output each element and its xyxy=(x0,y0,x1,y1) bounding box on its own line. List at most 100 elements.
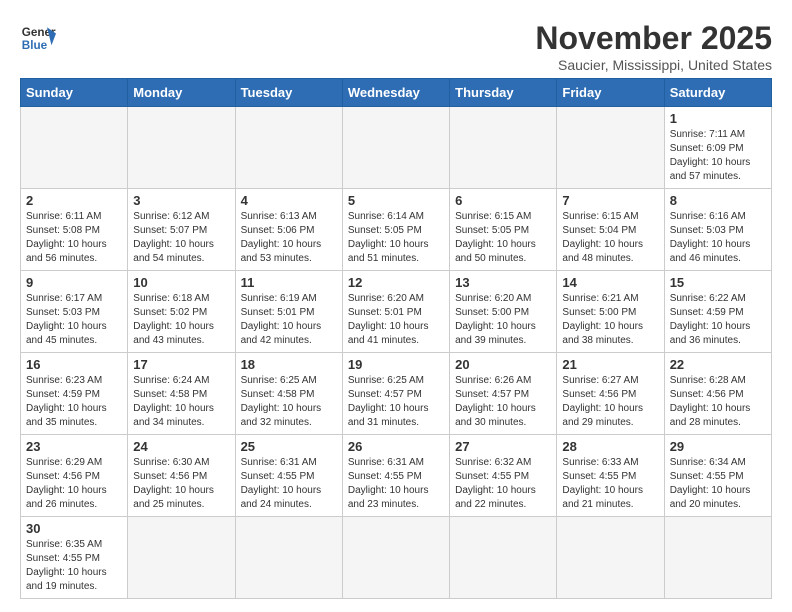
day-cell: 19 Sunrise: 6:25 AM Sunset: 4:57 PM Dayli… xyxy=(342,353,449,435)
day-number: 5 xyxy=(348,193,444,208)
day-cell xyxy=(128,107,235,189)
day-cell xyxy=(557,517,664,599)
day-cell xyxy=(342,517,449,599)
day-number: 25 xyxy=(241,439,337,454)
day-cell: 14 Sunrise: 6:21 AM Sunset: 5:00 PM Dayli… xyxy=(557,271,664,353)
day-cell: 11Sunrise: 6:19 AM Sunset: 5:01 PM Dayli… xyxy=(235,271,342,353)
day-cell xyxy=(450,517,557,599)
day-cell: 23Sunrise: 6:29 AM Sunset: 4:56 PM Dayli… xyxy=(21,435,128,517)
day-cell: 22Sunrise: 6:28 AM Sunset: 4:56 PM Dayli… xyxy=(664,353,771,435)
day-number: 15 xyxy=(670,275,766,290)
day-info: Sunrise: 6:35 AM Sunset: 4:55 PM Dayligh… xyxy=(26,538,122,594)
day-info: Sunrise: 6:28 AM Sunset: 4:56 PM Dayligh… xyxy=(670,374,766,430)
day-number: 9 xyxy=(26,275,122,290)
day-number: 21 xyxy=(562,357,658,372)
day-cell: 15Sunrise: 6:22 AM Sunset: 4:59 PM Dayli… xyxy=(664,271,771,353)
day-cell xyxy=(664,517,771,599)
day-info: Sunrise: 6:25 AM Sunset: 4:58 PM Dayligh… xyxy=(241,374,337,430)
day-cell: 10 Sunrise: 6:18 AM Sunset: 5:02 PM Dayli… xyxy=(128,271,235,353)
day-number: 8 xyxy=(670,193,766,208)
day-info: Sunrise: 6:29 AM Sunset: 4:56 PM Dayligh… xyxy=(26,456,122,512)
day-cell: 2Sunrise: 6:11 AM Sunset: 5:08 PM Daylig… xyxy=(21,189,128,271)
day-number: 19 xyxy=(348,357,444,372)
day-info: Sunrise: 6:24 AM Sunset: 4:58 PM Dayligh… xyxy=(133,374,229,430)
day-info: Sunrise: 6:27 AM Sunset: 4:56 PM Dayligh… xyxy=(562,374,658,430)
day-info: Sunrise: 6:23 AM Sunset: 4:59 PM Dayligh… xyxy=(26,374,122,430)
day-info: Sunrise: 6:15 AM Sunset: 5:05 PM Dayligh… xyxy=(455,210,551,266)
day-cell xyxy=(128,517,235,599)
day-info: Sunrise: 6:34 AM Sunset: 4:55 PM Dayligh… xyxy=(670,456,766,512)
day-info: Sunrise: 6:21 AM Sunset: 5:00 PM Dayligh… xyxy=(562,292,658,348)
day-cell: 5 Sunrise: 6:14 AM Sunset: 5:05 PM Daylig… xyxy=(342,189,449,271)
day-cell: 26 Sunrise: 6:31 AM Sunset: 4:55 PM Dayli… xyxy=(342,435,449,517)
day-cell xyxy=(235,517,342,599)
day-number: 16 xyxy=(26,357,122,372)
day-cell xyxy=(450,107,557,189)
day-cell: 13 Sunrise: 6:20 AM Sunset: 5:00 PM Dayli… xyxy=(450,271,557,353)
day-number: 24 xyxy=(133,439,229,454)
header-saturday: Saturday xyxy=(664,79,771,107)
calendar-table: SundayMondayTuesdayWednesdayThursdayFrid… xyxy=(20,78,772,599)
day-cell: 28Sunrise: 6:33 AM Sunset: 4:55 PM Dayli… xyxy=(557,435,664,517)
day-number: 11 xyxy=(241,275,337,290)
day-number: 17 xyxy=(133,357,229,372)
day-info: Sunrise: 6:12 AM Sunset: 5:07 PM Dayligh… xyxy=(133,210,229,266)
day-info: Sunrise: 6:15 AM Sunset: 5:04 PM Dayligh… xyxy=(562,210,658,266)
day-cell: 1Sunrise: 7:11 AM Sunset: 6:09 PM Daylig… xyxy=(664,107,771,189)
header-row: SundayMondayTuesdayWednesdayThursdayFrid… xyxy=(21,79,772,107)
day-info: Sunrise: 6:20 AM Sunset: 5:00 PM Dayligh… xyxy=(455,292,551,348)
day-info: Sunrise: 6:25 AM Sunset: 4:57 PM Dayligh… xyxy=(348,374,444,430)
day-number: 27 xyxy=(455,439,551,454)
week-row-5: 30 Sunrise: 6:35 AM Sunset: 4:55 PM Dayli… xyxy=(21,517,772,599)
day-info: Sunrise: 6:30 AM Sunset: 4:56 PM Dayligh… xyxy=(133,456,229,512)
day-number: 2 xyxy=(26,193,122,208)
day-info: Sunrise: 6:31 AM Sunset: 4:55 PM Dayligh… xyxy=(348,456,444,512)
header-tuesday: Tuesday xyxy=(235,79,342,107)
day-cell: 30 Sunrise: 6:35 AM Sunset: 4:55 PM Dayli… xyxy=(21,517,128,599)
day-info: Sunrise: 6:31 AM Sunset: 4:55 PM Dayligh… xyxy=(241,456,337,512)
day-number: 20 xyxy=(455,357,551,372)
page-header: General Blue November 2025 Saucier, Miss… xyxy=(10,10,782,78)
header-monday: Monday xyxy=(128,79,235,107)
day-info: Sunrise: 6:32 AM Sunset: 4:55 PM Dayligh… xyxy=(455,456,551,512)
day-cell: 21 Sunrise: 6:27 AM Sunset: 4:56 PM Dayli… xyxy=(557,353,664,435)
day-info: Sunrise: 6:33 AM Sunset: 4:55 PM Dayligh… xyxy=(562,456,658,512)
day-cell: 6Sunrise: 6:15 AM Sunset: 5:05 PM Daylig… xyxy=(450,189,557,271)
day-cell: 3Sunrise: 6:12 AM Sunset: 5:07 PM Daylig… xyxy=(128,189,235,271)
day-cell xyxy=(21,107,128,189)
day-number: 30 xyxy=(26,521,122,536)
day-cell: 18 Sunrise: 6:25 AM Sunset: 4:58 PM Dayli… xyxy=(235,353,342,435)
svg-text:Blue: Blue xyxy=(22,39,48,52)
week-row-1: 2Sunrise: 6:11 AM Sunset: 5:08 PM Daylig… xyxy=(21,189,772,271)
day-cell: 7Sunrise: 6:15 AM Sunset: 5:04 PM Daylig… xyxy=(557,189,664,271)
day-number: 10 xyxy=(133,275,229,290)
day-number: 29 xyxy=(670,439,766,454)
day-cell: 9Sunrise: 6:17 AM Sunset: 5:03 PM Daylig… xyxy=(21,271,128,353)
title-block: November 2025 Saucier, Mississippi, Unit… xyxy=(535,20,772,73)
day-cell: 24 Sunrise: 6:30 AM Sunset: 4:56 PM Dayli… xyxy=(128,435,235,517)
day-cell: 20 Sunrise: 6:26 AM Sunset: 4:57 PM Dayli… xyxy=(450,353,557,435)
day-info: Sunrise: 6:13 AM Sunset: 5:06 PM Dayligh… xyxy=(241,210,337,266)
week-row-0: 1Sunrise: 7:11 AM Sunset: 6:09 PM Daylig… xyxy=(21,107,772,189)
day-number: 18 xyxy=(241,357,337,372)
day-cell xyxy=(557,107,664,189)
day-number: 26 xyxy=(348,439,444,454)
day-cell: 17 Sunrise: 6:24 AM Sunset: 4:58 PM Dayli… xyxy=(128,353,235,435)
day-number: 4 xyxy=(241,193,337,208)
day-info: Sunrise: 6:20 AM Sunset: 5:01 PM Dayligh… xyxy=(348,292,444,348)
day-info: Sunrise: 6:26 AM Sunset: 4:57 PM Dayligh… xyxy=(455,374,551,430)
day-number: 13 xyxy=(455,275,551,290)
day-number: 14 xyxy=(562,275,658,290)
week-row-3: 16 Sunrise: 6:23 AM Sunset: 4:59 PM Dayli… xyxy=(21,353,772,435)
day-number: 1 xyxy=(670,111,766,126)
day-cell: 16 Sunrise: 6:23 AM Sunset: 4:59 PM Dayli… xyxy=(21,353,128,435)
header-sunday: Sunday xyxy=(21,79,128,107)
logo-icon: General Blue xyxy=(20,20,56,56)
header-wednesday: Wednesday xyxy=(342,79,449,107)
day-cell xyxy=(342,107,449,189)
day-cell xyxy=(235,107,342,189)
logo: General Blue xyxy=(20,20,56,56)
day-cell: 8Sunrise: 6:16 AM Sunset: 5:03 PM Daylig… xyxy=(664,189,771,271)
day-info: Sunrise: 6:14 AM Sunset: 5:05 PM Dayligh… xyxy=(348,210,444,266)
day-info: Sunrise: 6:18 AM Sunset: 5:02 PM Dayligh… xyxy=(133,292,229,348)
